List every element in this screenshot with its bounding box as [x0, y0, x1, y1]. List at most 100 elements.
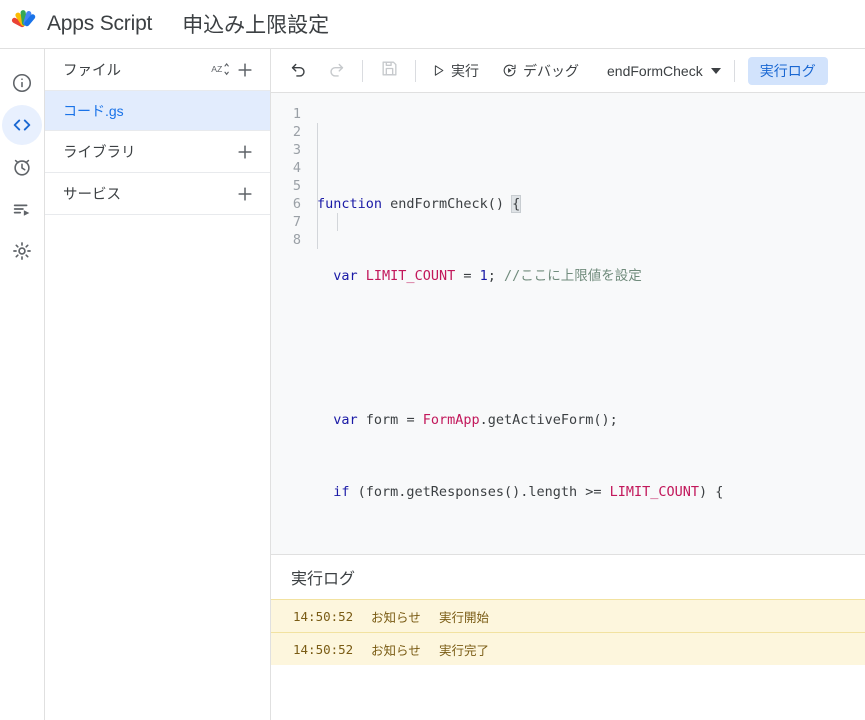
execution-log-panel: 実行ログ 14:50:52 お知らせ 実行開始 14:50:52 お知らせ 実行…	[271, 554, 865, 720]
log-time: 14:50:52	[293, 641, 354, 657]
line-number: 8	[292, 232, 301, 248]
token-keyword: var	[333, 268, 358, 284]
execution-log-label: 実行ログ	[759, 62, 816, 79]
token-keyword: function	[317, 196, 383, 212]
code-icon	[11, 114, 33, 136]
log-time: 14:50:52	[293, 608, 354, 624]
code-line: var form = FormApp.getActiveForm();	[317, 411, 865, 429]
line-number: 7	[292, 214, 301, 230]
sort-az-icon[interactable]: AZ	[206, 57, 232, 83]
token-punct: ) {	[699, 484, 724, 500]
libraries-section-label: ライブラリ	[63, 145, 136, 161]
add-file-button[interactable]	[232, 57, 258, 83]
toolbar-divider-3	[733, 59, 735, 82]
debug-icon	[501, 62, 523, 79]
toolbar-divider-2	[415, 59, 416, 82]
indent-guide	[317, 123, 318, 249]
code-line: function endFormCheck() {	[317, 195, 865, 213]
apps-script-logo	[11, 10, 36, 28]
token-number: 1	[479, 268, 488, 284]
line-number: 4	[292, 160, 301, 176]
redo-icon	[327, 59, 346, 83]
execution-log-rows: 14:50:52 お知らせ 実行開始 14:50:52 お知らせ 実行完了	[271, 599, 865, 665]
main-area: 実行 デバッグ endFormCheck 実行ログ 1 2 3 4 5 6 7 …	[271, 49, 865, 720]
line-number: 5	[292, 178, 301, 194]
token-class: FormApp	[422, 412, 480, 428]
table-row: 14:50:52 お知らせ 実行開始	[271, 599, 865, 632]
libraries-section-header: ライブラリ	[45, 131, 270, 173]
token-brace-matched: {	[511, 195, 522, 213]
log-level: お知らせ	[371, 610, 421, 625]
debug-button[interactable]: デバッグ	[493, 56, 587, 86]
files-section-header: ファイル AZ	[45, 49, 270, 91]
file-sidebar: ファイル AZ コード.gs ライブラリ サービス	[45, 49, 271, 720]
executions-icon	[11, 198, 33, 220]
save-icon	[380, 59, 399, 83]
code-line: var LIMIT_COUNT = 1; //ここに上限値を設定	[317, 267, 865, 285]
line-number: 1	[292, 106, 301, 122]
indent-guide	[337, 213, 338, 231]
services-section-header: サービス	[45, 173, 270, 215]
sidebar-item-overview[interactable]	[2, 63, 42, 103]
token-constant: LIMIT_COUNT	[365, 268, 456, 284]
navigation-rail	[0, 49, 45, 720]
toolbar-divider	[362, 59, 363, 82]
info-icon	[11, 72, 33, 94]
code-editor[interactable]: 1 2 3 4 5 6 7 8 function endFormCheck() …	[271, 93, 865, 554]
files-section-label: ファイル	[63, 63, 121, 79]
token-keyword: var	[333, 412, 358, 428]
token-keyword: if	[333, 484, 350, 500]
file-name: コード.gs	[63, 102, 124, 119]
sidebar-item-triggers[interactable]	[2, 147, 42, 187]
token-operator: =	[455, 268, 480, 284]
debug-label: デバッグ	[523, 62, 579, 79]
undo-icon	[289, 59, 308, 83]
token-punct: ;	[487, 268, 496, 284]
line-number-gutter: 1 2 3 4 5 6 7 8	[271, 105, 313, 554]
token-comment: //ここに上限値を設定	[504, 268, 642, 284]
undo-button[interactable]	[282, 55, 314, 87]
gear-icon	[11, 240, 33, 262]
editor-toolbar: 実行 デバッグ endFormCheck 実行ログ	[271, 49, 865, 93]
app-name: Apps Script	[47, 12, 153, 35]
add-library-button[interactable]	[232, 139, 258, 165]
run-label: 実行	[451, 62, 479, 79]
code-line: if (form.getResponses().length >= LIMIT_…	[317, 483, 865, 501]
chevron-down-icon	[710, 67, 721, 74]
execution-log-button[interactable]: 実行ログ	[747, 56, 828, 85]
run-button[interactable]: 実行	[423, 56, 487, 86]
function-select-value: endFormCheck	[607, 62, 703, 79]
token-expression: (form.getResponses().length >=	[349, 484, 610, 500]
redo-button[interactable]	[320, 55, 352, 87]
clock-icon	[11, 156, 33, 178]
token-identifier: form	[365, 412, 399, 428]
sidebar-item-editor[interactable]	[2, 105, 42, 145]
token-punct: ()	[487, 196, 513, 212]
save-button[interactable]	[373, 55, 405, 87]
execution-log-title: 実行ログ	[291, 571, 356, 588]
sidebar-item-executions[interactable]	[2, 189, 42, 229]
table-row: 14:50:52 お知らせ 実行完了	[271, 632, 865, 665]
svg-text:AZ: AZ	[211, 64, 223, 74]
sidebar-item-settings[interactable]	[2, 231, 42, 271]
execution-log-empty-area	[271, 665, 865, 720]
play-icon	[431, 63, 451, 78]
log-level: お知らせ	[371, 643, 421, 658]
sidebar-empty-area	[45, 215, 270, 720]
code-content[interactable]: function endFormCheck() { var LIMIT_COUN…	[313, 105, 865, 554]
add-service-button[interactable]	[232, 181, 258, 207]
log-message: 実行開始	[439, 610, 490, 625]
line-number: 3	[292, 142, 301, 158]
app-body: ファイル AZ コード.gs ライブラリ サービス 実行 デバッグ endFor…	[0, 48, 865, 720]
token-call: .getActiveForm();	[479, 412, 618, 428]
token-function-name: endFormCheck	[390, 196, 488, 212]
token-constant: LIMIT_COUNT	[609, 484, 700, 500]
log-message: 実行完了	[439, 643, 490, 658]
function-select[interactable]: endFormCheck	[599, 56, 727, 86]
token-operator: =	[398, 412, 423, 428]
project-title[interactable]: 申込み上限設定	[182, 9, 329, 39]
line-number: 6	[292, 196, 301, 212]
services-section-label: サービス	[63, 187, 121, 203]
list-item[interactable]: コード.gs	[45, 91, 270, 131]
